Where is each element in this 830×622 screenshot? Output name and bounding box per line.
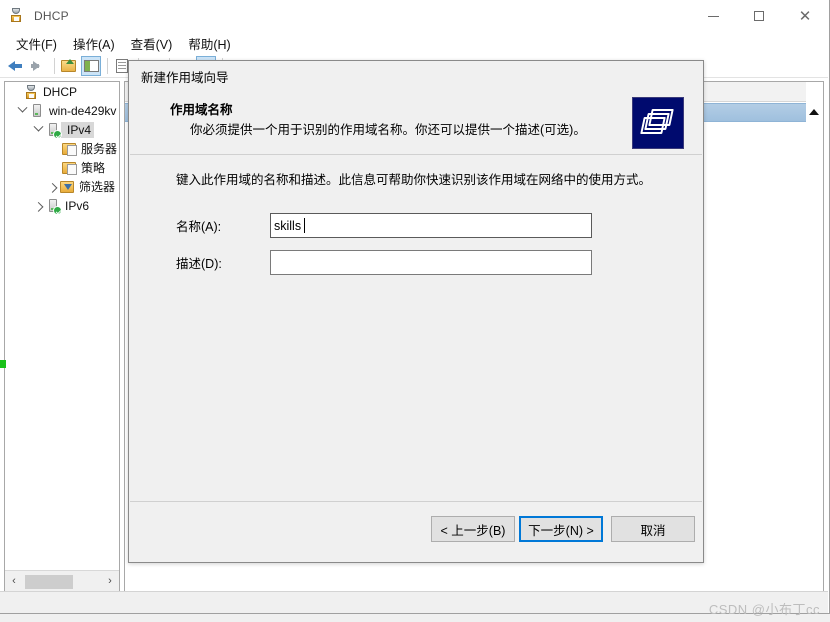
left-edge-marker xyxy=(0,360,6,368)
console-tree: DHCP win-de429kv IPv4 服务器 策略 筛选器 IPv6 xyxy=(5,82,119,570)
dialog-body: 键入此作用域的名称和描述。此信息可帮助你快速识别该作用域在网络中的使用方式。 名… xyxy=(130,155,702,501)
server-icon xyxy=(29,103,45,119)
console-tree-pane: DHCP win-de429kv IPv4 服务器 策略 筛选器 IPv6 ‹ … xyxy=(4,81,120,592)
forward-arrow-icon[interactable] xyxy=(28,56,48,76)
tree-item-label: 策略 xyxy=(81,161,106,175)
tree-horizontal-scrollbar[interactable]: ‹ › xyxy=(5,570,119,591)
ipv4-icon xyxy=(45,122,62,139)
menu-view[interactable]: 查看(V) xyxy=(123,32,181,55)
next-button[interactable]: 下一步(N) > xyxy=(519,516,603,542)
back-arrow-icon[interactable] xyxy=(6,56,26,76)
dialog-footer: < 上一步(B) 下一步(N) > 取消 xyxy=(130,502,702,562)
scroll-left-button[interactable]: ‹ xyxy=(5,572,23,591)
new-scope-wizard-dialog: 新建作用域向导 作用域名称 你必须提供一个用于识别的作用域名称。你还可以提供一个… xyxy=(128,60,704,563)
chevron-down-icon[interactable] xyxy=(15,102,29,118)
scroll-right-button[interactable]: › xyxy=(101,572,119,591)
description-field-label: 描述(D): xyxy=(176,257,222,271)
policies-icon xyxy=(61,160,77,176)
scroll-up-arrow-icon[interactable] xyxy=(809,109,819,115)
tree-item-label: win-de429kv xyxy=(49,103,117,118)
twisty-placeholder xyxy=(9,85,23,99)
description-input[interactable] xyxy=(270,250,592,275)
tree-item-label: DHCP xyxy=(43,84,78,99)
show-tree-icon[interactable] xyxy=(81,55,101,76)
text-caret xyxy=(304,218,305,233)
server-options-icon xyxy=(61,141,77,157)
dialog-instruction-text: 键入此作用域的名称和描述。此信息可帮助你快速识别该作用域在网络中的使用方式。 xyxy=(176,173,652,187)
chevron-right-icon[interactable] xyxy=(31,199,45,213)
window-titlebar: DHCP ✕ xyxy=(0,0,828,32)
dhcp-icon xyxy=(9,7,27,25)
up-folder-icon[interactable] xyxy=(59,56,79,76)
window-controls: ✕ xyxy=(690,0,828,32)
minimize-button[interactable] xyxy=(690,0,736,32)
tree-item-label: 筛选器 xyxy=(79,180,116,194)
dialog-titlebar: 新建作用域向导 xyxy=(129,61,703,92)
folder-stack-icon xyxy=(632,97,684,149)
menu-file[interactable]: 文件(F) xyxy=(8,32,65,55)
tree-item-label: IPv4 xyxy=(67,122,92,137)
toolbar-separator-1 xyxy=(54,57,55,74)
tree-item-label: 服务器 xyxy=(81,142,118,156)
back-button[interactable]: < 上一步(B) xyxy=(431,516,515,542)
dhcp-console-window: DHCP ✕ 文件(F) 操作(A) 查看(V) 帮助(H) DHCP win-… xyxy=(0,0,830,614)
close-button[interactable]: ✕ xyxy=(782,0,828,32)
name-field-label: 名称(A): xyxy=(176,220,222,234)
menu-help[interactable]: 帮助(H) xyxy=(180,32,238,55)
tree-item-dhcp[interactable]: DHCP xyxy=(5,82,119,101)
toolbar-separator-2 xyxy=(107,57,108,74)
name-field-row: 名称(A): xyxy=(176,213,592,238)
tree-item-label: IPv6 xyxy=(65,198,90,213)
window-title: DHCP xyxy=(34,9,69,23)
tree-item-server-options[interactable]: 服务器 xyxy=(5,139,119,158)
tree-item-ipv4[interactable]: IPv4 xyxy=(5,120,119,139)
screen: DHCP ✕ 文件(F) 操作(A) 查看(V) 帮助(H) DHCP win-… xyxy=(0,0,830,622)
dialog-header: 作用域名称 你必须提供一个用于识别的作用域名称。你还可以提供一个描述(可选)。 xyxy=(130,92,702,154)
list-vertical-scrollbar[interactable] xyxy=(806,82,823,591)
menu-action[interactable]: 操作(A) xyxy=(65,32,123,55)
chevron-down-icon[interactable] xyxy=(31,121,45,137)
filters-icon xyxy=(59,179,75,195)
status-bar xyxy=(0,591,828,613)
menubar: 文件(F) 操作(A) 查看(V) 帮助(H) xyxy=(0,32,828,54)
tree-item-server[interactable]: win-de429kv xyxy=(5,101,119,120)
description-field-row: 描述(D): xyxy=(176,250,592,275)
tree-item-policies[interactable]: 策略 xyxy=(5,158,119,177)
dialog-heading: 作用域名称 xyxy=(170,103,233,117)
scroll-thumb[interactable] xyxy=(25,574,73,589)
name-input[interactable] xyxy=(270,213,592,238)
dialog-subheading: 你必须提供一个用于识别的作用域名称。你还可以提供一个描述(可选)。 xyxy=(190,123,586,137)
dhcp-root-icon xyxy=(23,84,39,100)
dialog-title: 新建作用域向导 xyxy=(141,71,229,85)
chevron-right-icon[interactable] xyxy=(45,180,59,194)
ipv6-icon xyxy=(45,198,62,215)
tree-item-filters[interactable]: 筛选器 xyxy=(5,177,119,196)
cancel-button[interactable]: 取消 xyxy=(611,516,695,542)
watermark: CSDN @小布丁cc xyxy=(708,602,820,617)
tree-item-ipv6[interactable]: IPv6 xyxy=(5,196,119,215)
maximize-button[interactable] xyxy=(736,0,782,32)
scroll-track[interactable] xyxy=(23,572,101,591)
